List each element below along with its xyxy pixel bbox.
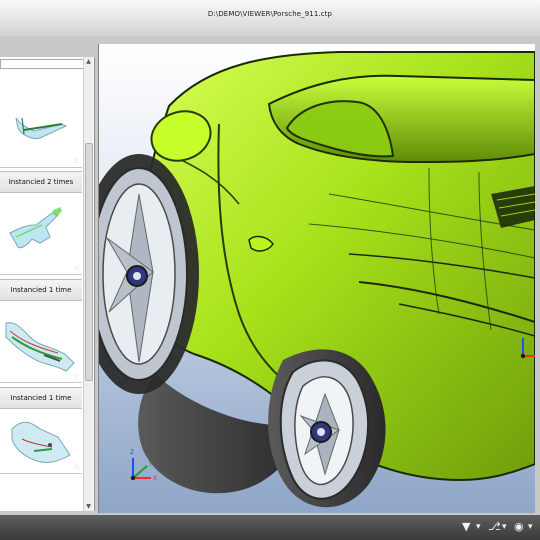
part-thumbnail bbox=[15, 117, 68, 139]
axis-x-label: X bbox=[153, 475, 157, 482]
car-model: Z X Y bbox=[99, 51, 535, 508]
item-caption: Instancied 2 times bbox=[0, 171, 82, 193]
filter-icon[interactable]: ▼ bbox=[462, 520, 470, 534]
list-item[interactable]: ☆ bbox=[0, 301, 82, 383]
favorite-icon[interactable]: ☆ bbox=[74, 463, 80, 471]
axis-y-label: Y bbox=[148, 461, 153, 468]
eye-icon[interactable]: ◉ bbox=[514, 520, 524, 534]
search-input[interactable] bbox=[0, 59, 91, 69]
axis-z-label: Z bbox=[130, 449, 134, 456]
panel-scrollbar[interactable]: ▲ ▼ bbox=[83, 57, 93, 511]
favorite-icon[interactable]: ☆ bbox=[74, 264, 80, 272]
window-title: D:\DEMO\VIEWER\Porsche_911.ctp bbox=[207, 10, 333, 18]
favorite-icon[interactable]: ☆ bbox=[74, 372, 80, 380]
item-caption: Instancied 1 time bbox=[0, 279, 82, 301]
favorite-icon[interactable]: ☆ bbox=[74, 157, 80, 165]
eye-dropdown-icon[interactable]: ▾ bbox=[528, 520, 533, 534]
hierarchy-dropdown-icon[interactable]: ▾ bbox=[502, 520, 507, 534]
hierarchy-icon[interactable]: ⎇ bbox=[488, 520, 501, 534]
title-bar: D:\DEMO\VIEWER\Porsche_911.ctp bbox=[0, 0, 540, 37]
list-item[interactable]: ☆ bbox=[0, 106, 82, 168]
part-thumbnail bbox=[9, 207, 62, 249]
part-thumbnail bbox=[11, 421, 71, 463]
list-item[interactable]: ☆ bbox=[0, 409, 82, 474]
filter-dropdown-icon[interactable]: ▾ bbox=[476, 520, 481, 534]
3d-viewport[interactable]: Z X Y bbox=[98, 44, 535, 513]
status-bar: ▼ ▾ ⎇ ▾ ◉ ▾ bbox=[0, 515, 540, 540]
scroll-down-icon[interactable]: ▼ bbox=[84, 502, 93, 511]
part-thumbnail bbox=[5, 322, 75, 372]
scroll-up-icon[interactable]: ▲ bbox=[84, 57, 93, 66]
scroll-thumb[interactable] bbox=[85, 143, 93, 381]
instances-panel: ↻ ☆ Instancied 2 times ☆ Instancied 1 ti… bbox=[0, 57, 95, 511]
list-item[interactable]: ☆ bbox=[0, 193, 82, 275]
item-caption: Instancied 1 time bbox=[0, 387, 82, 409]
